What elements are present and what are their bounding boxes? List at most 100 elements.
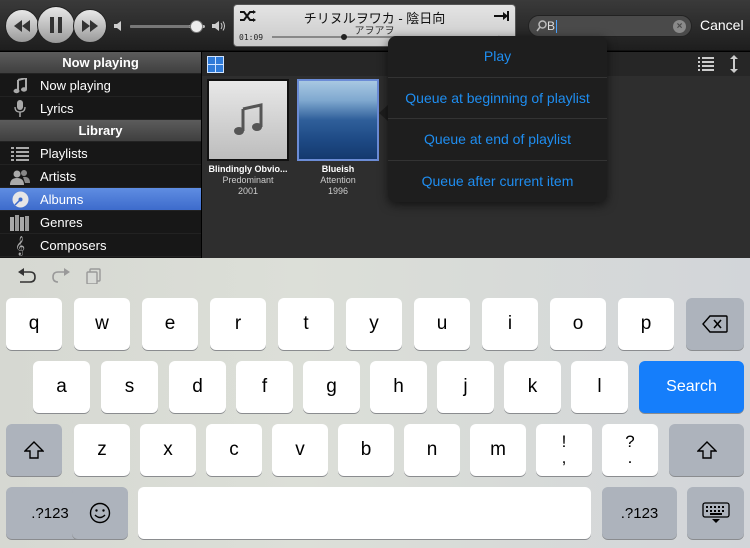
key-m[interactable]: m <box>470 424 526 476</box>
album-title: Blindingly Obvio... <box>208 164 288 174</box>
undo-icon[interactable] <box>18 268 36 284</box>
key-i[interactable]: i <box>482 298 538 350</box>
keyboard-shortcut-bar <box>0 258 750 294</box>
key-label-bottom: . <box>627 448 633 467</box>
key-l[interactable]: l <box>571 361 628 413</box>
shift-icon <box>696 441 717 459</box>
section-header-library: Library <box>0 120 201 142</box>
album-cover <box>207 79 289 161</box>
repeat-icon[interactable] <box>493 10 509 22</box>
genres-icon <box>10 214 30 231</box>
search-key[interactable]: Search <box>639 361 744 413</box>
sidebar-item-now-playing[interactable]: Now playing <box>0 74 201 97</box>
album-year: 2001 <box>237 186 259 196</box>
menu-item-queue-beginning[interactable]: Queue at beginning of playlist <box>388 78 607 119</box>
search-input[interactable] <box>547 18 677 34</box>
key-k[interactable]: k <box>504 361 561 413</box>
onscreen-keyboard: q w e r t y u i o p a s d f g h j k l Se… <box>0 258 750 548</box>
people-icon <box>10 168 30 185</box>
sidebar-item-composers[interactable]: 𝄞 Composers <box>0 234 201 257</box>
sidebar-item-label: Albums <box>40 192 84 207</box>
backspace-key[interactable] <box>686 298 744 350</box>
key-q[interactable]: q <box>6 298 62 350</box>
fast-forward-icon <box>82 20 98 32</box>
key-r[interactable]: r <box>210 298 266 350</box>
key-b[interactable]: b <box>338 424 394 476</box>
music-note-icon <box>234 103 263 135</box>
music-note-icon <box>10 77 30 94</box>
key-f[interactable]: f <box>236 361 293 413</box>
key-u[interactable]: u <box>414 298 470 350</box>
section-header-now-playing: Now playing <box>0 52 201 74</box>
pause-button[interactable] <box>37 6 75 44</box>
key-w[interactable]: w <box>74 298 130 350</box>
key-c[interactable]: c <box>206 424 262 476</box>
album-title: Blueish <box>321 164 355 174</box>
key-h[interactable]: h <box>370 361 427 413</box>
key-v[interactable]: v <box>272 424 328 476</box>
treble-clef-icon: 𝄞 <box>14 235 26 255</box>
keyboard-dismiss-icon <box>701 502 730 523</box>
search-icon <box>536 20 547 32</box>
album-artist: Attention <box>320 175 356 185</box>
menu-item-queue-end[interactable]: Queue at end of playlist <box>388 119 607 161</box>
key-t[interactable]: t <box>278 298 334 350</box>
sidebar-item-genres[interactable]: Genres <box>0 211 201 234</box>
album-cover <box>297 79 379 161</box>
space-bar[interactable] <box>138 487 591 539</box>
clear-search-icon[interactable]: × <box>673 20 686 33</box>
volume-low-icon <box>114 21 121 31</box>
text-caret <box>556 20 557 33</box>
key-p[interactable]: p <box>618 298 674 350</box>
grid-view-icon[interactable] <box>207 56 224 73</box>
key-exclaim-comma[interactable]: !, <box>536 424 592 476</box>
sidebar-item-playlists[interactable]: Playlists <box>0 142 201 165</box>
emoji-key[interactable] <box>72 487 128 539</box>
menu-item-play[interactable]: Play <box>388 36 607 78</box>
rewind-button[interactable] <box>5 9 39 43</box>
fast-forward-button[interactable] <box>73 9 107 43</box>
microphone-icon <box>10 100 30 117</box>
key-o[interactable]: o <box>550 298 606 350</box>
sort-icon[interactable] <box>729 55 739 73</box>
list-view-icon[interactable] <box>698 57 714 71</box>
progress-knob[interactable] <box>340 33 348 41</box>
disc-icon <box>10 191 30 208</box>
numbers-key-right[interactable]: .?123 <box>602 487 677 539</box>
shift-key-left[interactable] <box>6 424 62 476</box>
key-a[interactable]: a <box>33 361 90 413</box>
redo-icon[interactable] <box>52 268 70 284</box>
key-n[interactable]: n <box>404 424 460 476</box>
key-s[interactable]: s <box>101 361 158 413</box>
sidebar-item-label: Artists <box>40 169 77 184</box>
key-g[interactable]: g <box>303 361 360 413</box>
album-tile[interactable]: Blueish Attention 1996 <box>297 79 379 196</box>
search-field[interactable]: × <box>528 15 692 37</box>
key-e[interactable]: e <box>142 298 198 350</box>
track-artist: アヲアヲ <box>354 26 395 37</box>
volume-high-icon <box>212 21 225 31</box>
sidebar-item-lyrics[interactable]: Lyrics <box>0 97 201 120</box>
shift-key-right[interactable] <box>669 424 744 476</box>
cancel-button[interactable]: Cancel <box>700 17 744 33</box>
sidebar-item-albums[interactable]: Albums <box>0 188 201 211</box>
emoji-icon <box>89 502 111 524</box>
sidebar-item-label: Playlists <box>40 146 88 161</box>
sidebar-item-label: Composers <box>40 238 107 253</box>
key-d[interactable]: d <box>169 361 226 413</box>
key-question-period[interactable]: ?. <box>602 424 658 476</box>
menu-item-queue-after-current[interactable]: Queue after current item <box>388 161 607 203</box>
album-tile[interactable]: Blindingly Obvio... Predominant 2001 <box>207 79 289 196</box>
key-z[interactable]: z <box>74 424 130 476</box>
key-x[interactable]: x <box>140 424 196 476</box>
key-y[interactable]: y <box>346 298 402 350</box>
volume-knob[interactable] <box>190 20 203 33</box>
sidebar-item-label: Now playing <box>40 78 111 93</box>
paste-icon[interactable] <box>86 268 102 284</box>
sidebar-item-artists[interactable]: Artists <box>0 165 201 188</box>
list-icon <box>10 145 30 162</box>
player-toolbar: チリヌルヲワカ - 陰日向 アヲアヲ 01:09 ~~:~~ × Cancel <box>0 0 750 51</box>
key-j[interactable]: j <box>437 361 494 413</box>
dismiss-keyboard-key[interactable] <box>687 487 744 539</box>
rewind-icon <box>14 20 30 32</box>
